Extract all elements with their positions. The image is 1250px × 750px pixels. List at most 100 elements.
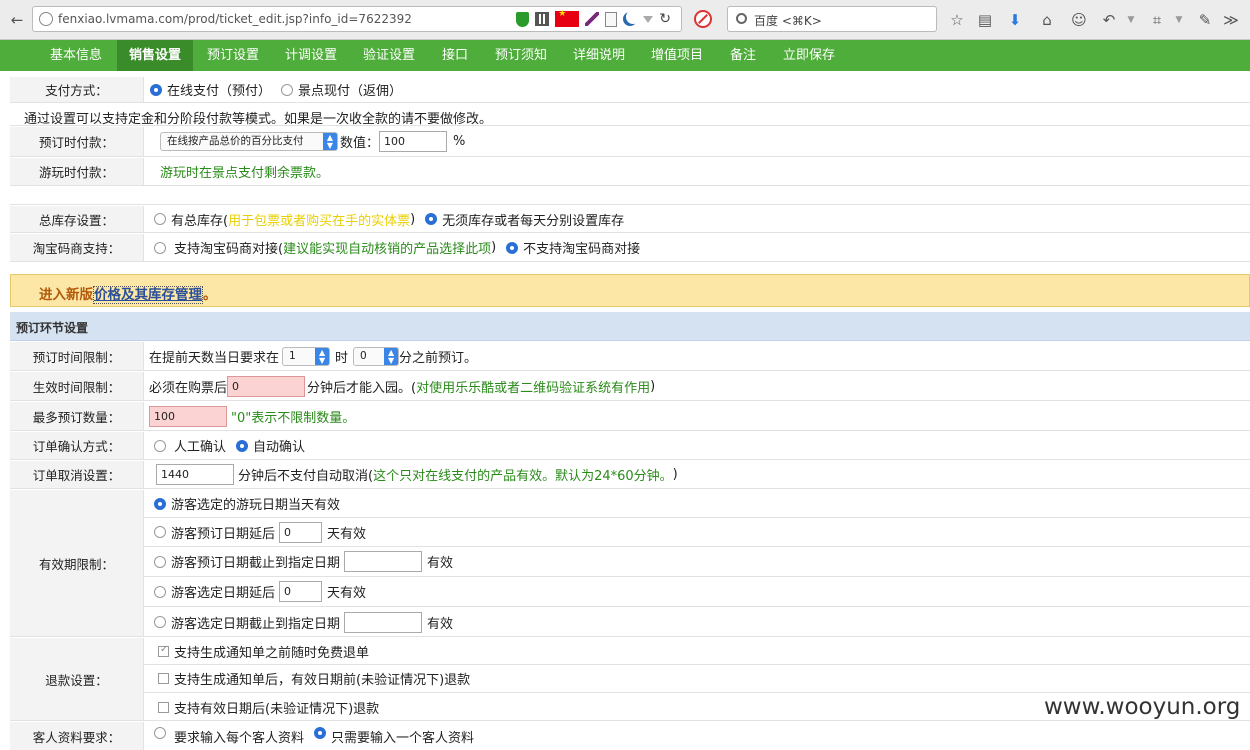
effective-hint: 对使用乐乐酷或者二维码验证系统有作用 <box>416 380 651 396</box>
cancel-hint: 这个只对在线支付的产品有效。默认为24*60分钟。 <box>373 469 673 484</box>
back-arrow-icon[interactable]: ← <box>6 9 28 31</box>
chevron-down-icon[interactable]: ▼ <box>1168 9 1190 31</box>
hour-select[interactable]: 1 ▲ ▼ <box>282 346 331 366</box>
radio-validity-5[interactable] <box>154 616 166 628</box>
nav-item-remarks[interactable]: 备注 <box>720 40 766 71</box>
validity-opt2-input[interactable]: 0 <box>279 521 323 543</box>
radio-guest-each[interactable] <box>154 727 166 739</box>
search-icon <box>736 13 747 24</box>
radio-auto-confirm[interactable] <box>236 439 249 452</box>
refund-opt3-label: 支持有效日期后(未验证情况下)退款 <box>174 701 380 717</box>
radio-validity-1[interactable] <box>154 497 166 510</box>
advance-text1: 在提前天数当日要求在 <box>149 350 280 366</box>
nav-item-notice[interactable]: 预订须知 <box>486 40 556 71</box>
validity-opt5-date-input[interactable] <box>344 611 423 633</box>
radio-onsite-pay[interactable] <box>281 83 294 96</box>
undo-icon[interactable]: ↶ <box>1098 9 1120 31</box>
taobao-support-close: ) <box>491 240 497 255</box>
radio-validity-2[interactable] <box>154 526 166 538</box>
validity-opt3-label: 游客预订日期截止到指定日期 <box>171 556 341 571</box>
validity-opt2-suffix: 天有效 <box>327 526 367 542</box>
effective-minutes-input[interactable]: 0 <box>227 375 306 397</box>
search-input[interactable]: 百度 <⌘K> <box>727 6 937 32</box>
nav-item-details[interactable]: 详细说明 <box>564 40 634 71</box>
minute-select[interactable]: 0 ▲ ▼ <box>353 346 400 366</box>
cancel-minutes-input[interactable]: 1440 <box>156 464 234 485</box>
effective-row: 生效时间限制： 必须在购票后 0 分钟后才能入园。(对使用乐乐酷或者二维码验证系… <box>10 372 1250 401</box>
document-icon[interactable] <box>605 11 618 27</box>
nav-item-addons[interactable]: 增值项目 <box>642 40 712 71</box>
crop-icon[interactable]: ⌗ <box>1146 9 1168 31</box>
maxqty-label: 最多预订数量： <box>10 402 144 430</box>
chevron-down-icon[interactable] <box>643 15 654 23</box>
booking-pay-select[interactable]: 在线按产品总价的百分比支付 ▲ ▼ <box>160 132 338 151</box>
home-icon[interactable]: ⌂ <box>1036 9 1058 31</box>
radio-no-stock[interactable] <box>425 213 438 225</box>
radio-validity-3[interactable] <box>154 555 166 568</box>
nav-item-verify[interactable]: 验证设置 <box>354 40 424 71</box>
extension-icon[interactable]: ✎ <box>1194 9 1216 31</box>
refund-checkbox-2[interactable] <box>158 673 169 684</box>
confirm-row: 订单确认方式： 人工确认 自动确认 <box>10 432 1250 460</box>
cancel-row: 订单取消设置： 1440 分钟后不支付自动取消(这个只对在线支付的产品有效。默认… <box>10 461 1250 489</box>
refund-opt1-label: 支持生成通知单之前随时免费退单 <box>174 645 370 661</box>
reader-icon[interactable]: ▤ <box>974 9 996 31</box>
guest-label: 客人资料要求： <box>10 722 144 750</box>
nav-item-api[interactable]: 接口 <box>432 40 478 71</box>
guest-row: 客人资料要求： 要求输入每个客人资料 只需要输入一个客人资料 <box>10 722 1250 750</box>
block-icon[interactable] <box>694 10 712 28</box>
address-bar[interactable]: fenxiao.lvmama.com/prod/ticket_edit.jsp?… <box>32 6 682 32</box>
radio-validity-4[interactable] <box>154 585 166 598</box>
maxqty-input[interactable]: 100 <box>149 405 227 427</box>
star-icon[interactable]: ☆ <box>946 9 968 31</box>
online-pay-label: 在线支付（预付） <box>167 84 272 99</box>
advance-row: 预订时间限制： 在提前天数当日要求在 1 ▲ ▼ 时 0 ▲ ▼ 分之前预订。 <box>10 342 1250 371</box>
nav-item-sales[interactable]: 销售设置 <box>117 40 193 71</box>
total-stock-label: 有总库存( <box>171 213 229 229</box>
chat-icon[interactable]: ☺ <box>1068 9 1090 31</box>
validity-opt4-suffix: 天有效 <box>327 586 367 601</box>
refund-label: 退款设置： <box>10 638 144 720</box>
radio-taobao-nosupport[interactable] <box>506 241 519 254</box>
moon-icon[interactable] <box>623 12 637 26</box>
visit-pay-text: 游玩时在景点支付剩余票款。 <box>160 166 330 181</box>
select-arrow-icon: ▲ ▼ <box>323 133 337 150</box>
taobao-row: 淘宝码商支持： 支持淘宝码商对接(建议能实现自动核销的产品选择此项) 不支持淘宝… <box>10 234 1250 262</box>
nav-item-dispatch[interactable]: 计调设置 <box>276 40 346 71</box>
nav-item-save[interactable]: 立即保存 <box>774 40 844 71</box>
booking-value-input[interactable]: 100 <box>379 131 448 152</box>
payment-note-row: 通过设置可以支持定金和分阶段付款等模式。如果是一次收全款的请不要做修改。 <box>10 104 1250 127</box>
price-stock-link[interactable]: 价格及其库存管理 <box>93 286 203 304</box>
effective-label: 生效时间限制： <box>10 372 144 400</box>
effective-text2: 分钟后才能入园。( <box>307 380 417 396</box>
nav-item-booking[interactable]: 预订设置 <box>198 40 268 71</box>
new-version-banner: 进入新版价格及其库存管理。 <box>10 274 1250 307</box>
refund-checkbox-3[interactable] <box>158 701 169 713</box>
radio-online-pay[interactable] <box>150 83 162 96</box>
feather-icon[interactable] <box>585 12 600 26</box>
validity-opt4-input[interactable]: 0 <box>279 581 323 602</box>
nav-item-basic[interactable]: 基本信息 <box>40 40 112 71</box>
radio-total-stock[interactable] <box>154 213 166 225</box>
refund-checkbox-1[interactable] <box>158 644 169 657</box>
validity-opt3-date-input[interactable] <box>344 551 423 572</box>
globe-icon <box>39 12 53 26</box>
shield-icon[interactable] <box>516 11 530 27</box>
taobao-support-hint: 建议能实现自动核销的产品选择此项 <box>283 242 492 257</box>
qr-code-icon[interactable] <box>535 12 550 26</box>
watermark: www.wooyun.org <box>1044 694 1241 720</box>
chevron-down-icon[interactable]: ▼ <box>1120 9 1142 31</box>
reload-icon[interactable]: ↻ <box>659 11 671 27</box>
taobao-support-label: 支持淘宝码商对接( <box>174 242 284 257</box>
radio-taobao-support[interactable] <box>154 241 166 254</box>
download-icon[interactable]: ⬇ <box>1004 9 1026 31</box>
advance-text3: 分之前预订。 <box>399 350 478 366</box>
validity-opt1-label: 游客选定的游玩日期当天有效 <box>171 498 341 513</box>
select-arrow-icon: ▲ ▼ <box>315 347 330 365</box>
radio-guest-one[interactable] <box>314 727 327 739</box>
spacer-row <box>10 187 1250 205</box>
cancel-text: 分钟后不支付自动取消( <box>238 469 374 484</box>
radio-manual-confirm[interactable] <box>154 439 166 452</box>
china-flag-icon[interactable] <box>555 9 580 27</box>
menu-icon[interactable]: ≫ <box>1220 9 1242 31</box>
